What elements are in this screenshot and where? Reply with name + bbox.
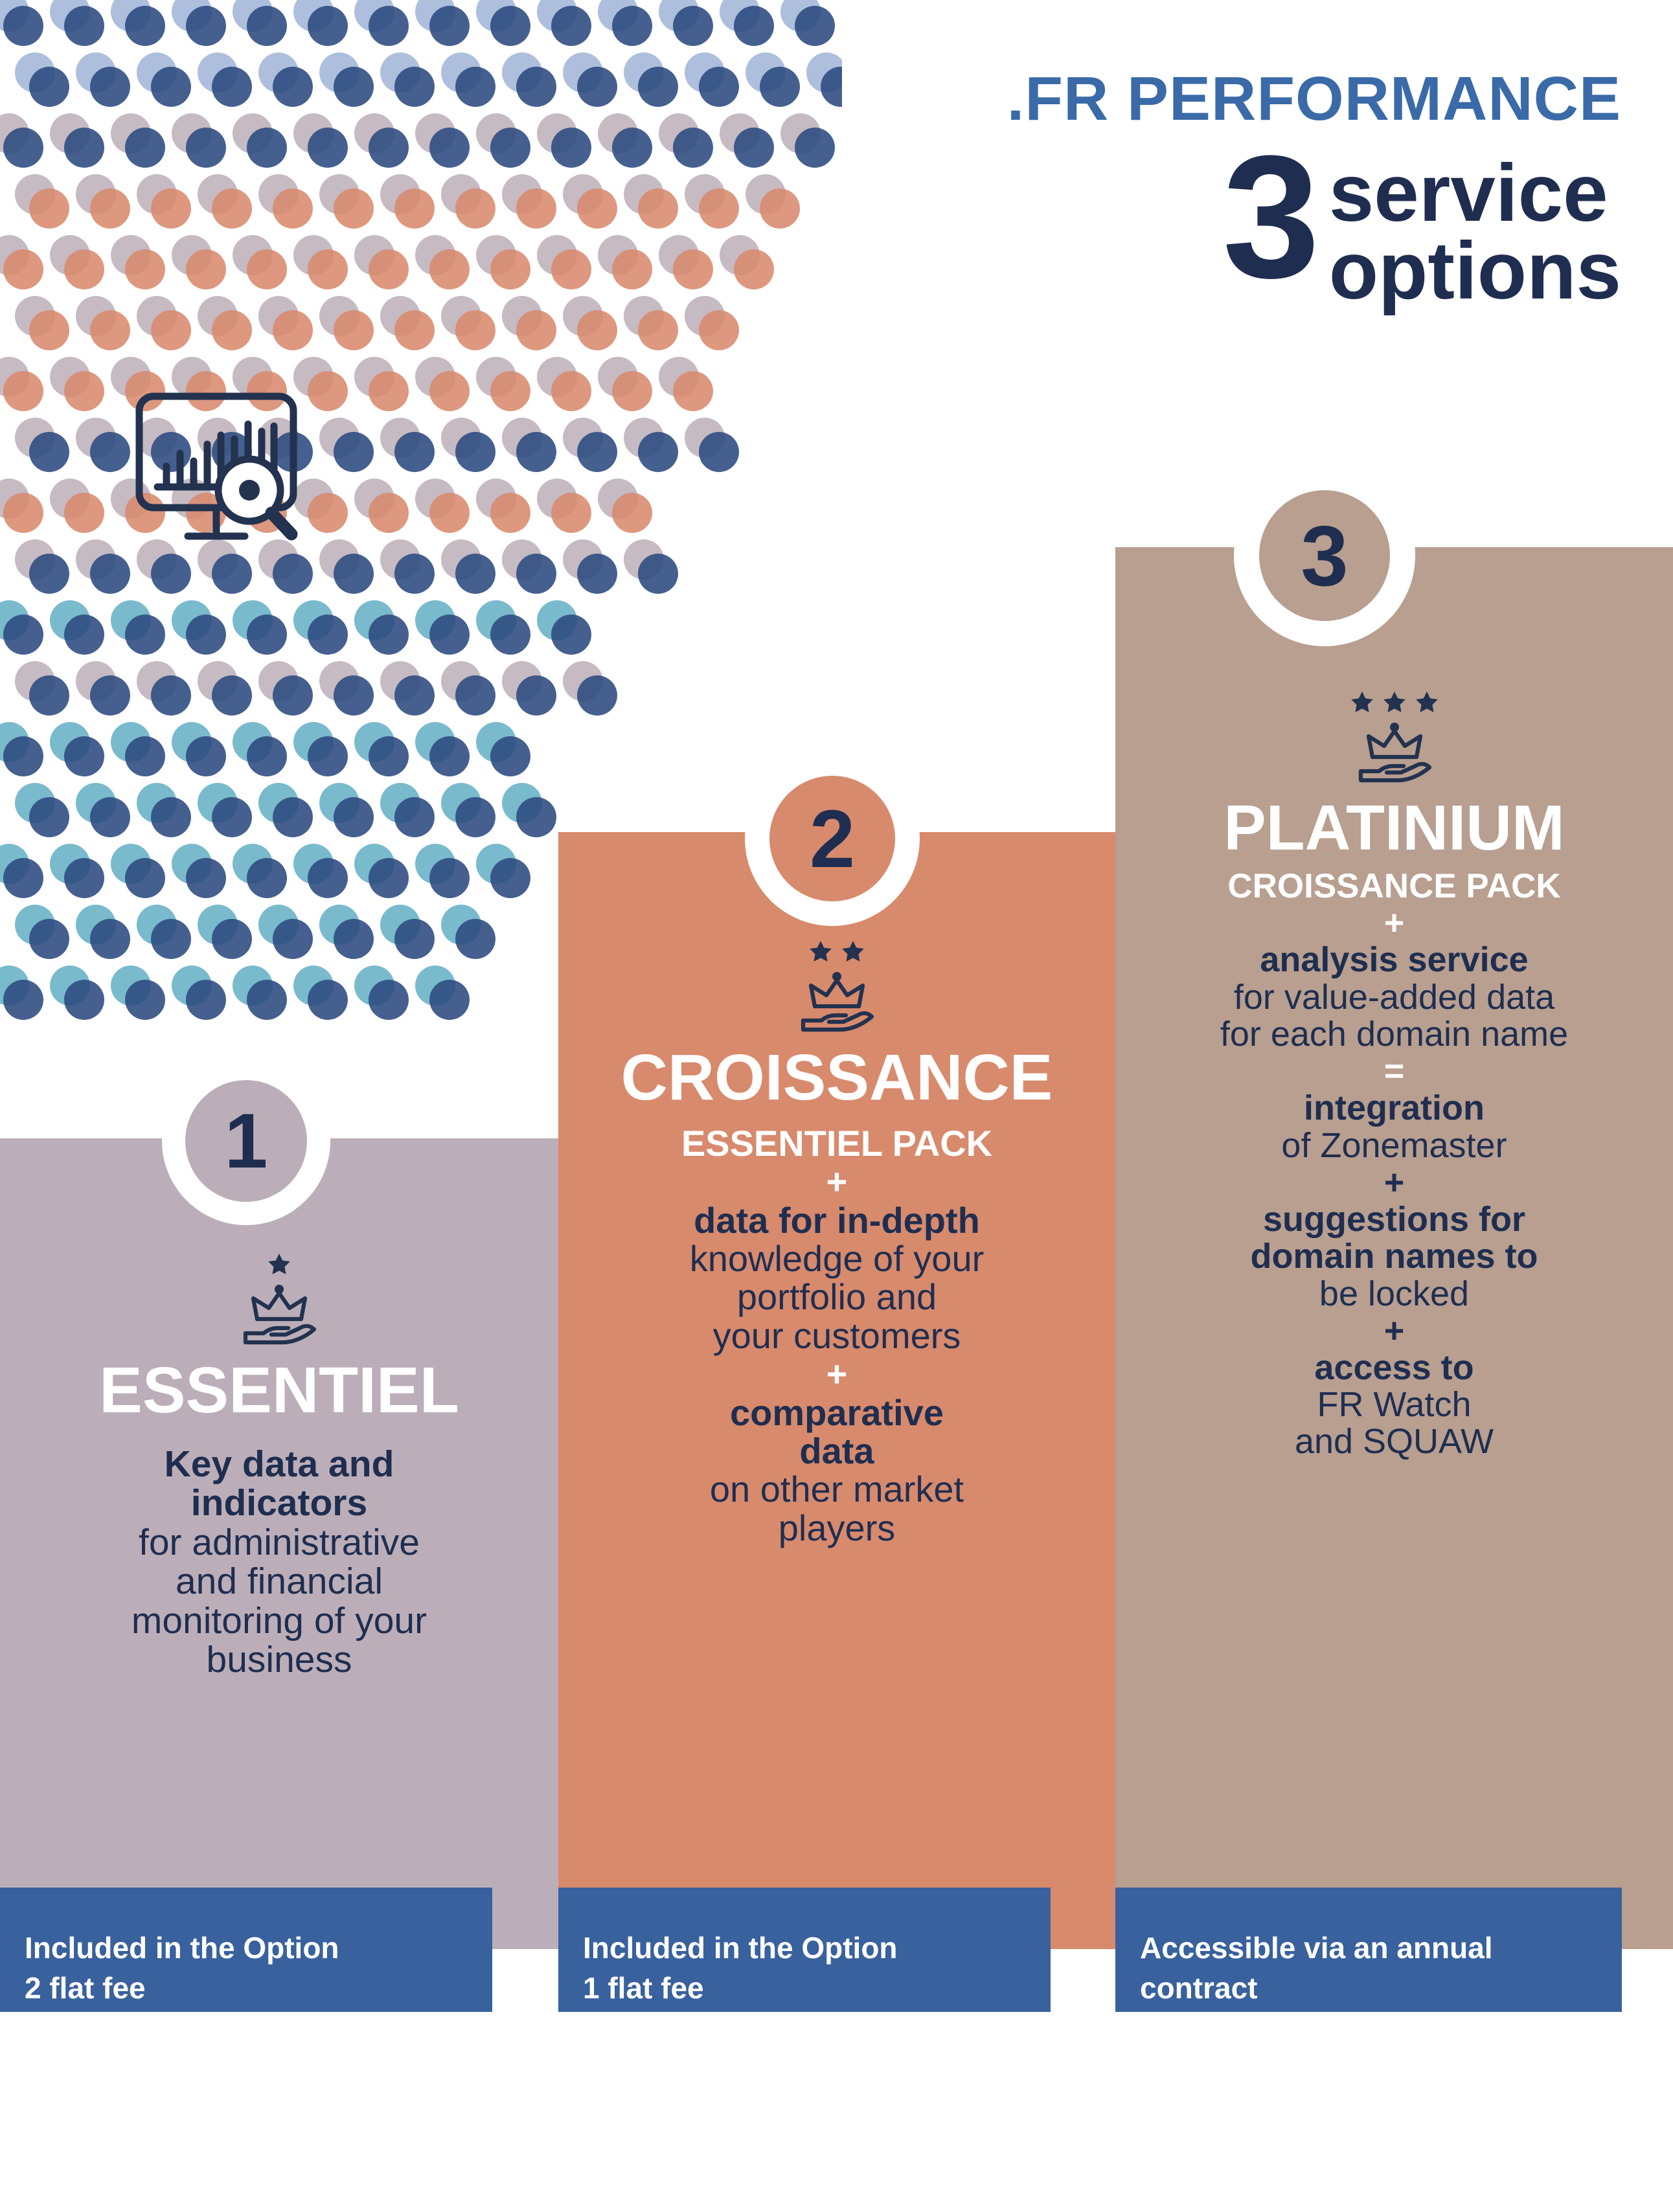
plan-body-3: CROISSANCE PACK + analysis service for v… xyxy=(1115,868,1673,1461)
plan-column-essentiel[interactable]: ESSENTIEL Key data and indicators for ad… xyxy=(0,1138,558,1949)
infographic-canvas: .FR PERFORMANCE 3 service options ESSENT… xyxy=(0,0,1673,2212)
plan-column-croissance[interactable]: CROISSANCE ESSENTIEL PACK + data for in-… xyxy=(558,832,1115,1949)
body-line: for administrative xyxy=(139,1521,420,1563)
footer-line: Included in the Option xyxy=(25,1931,339,1965)
body-line: monitoring of your xyxy=(131,1599,427,1642)
body-line: FR Watch xyxy=(1317,1385,1472,1425)
body-line: ESSENTIEL PACK xyxy=(681,1123,993,1164)
star-icon xyxy=(810,941,832,962)
chart-monitor-magnifier-icon xyxy=(135,392,298,541)
star-icon xyxy=(842,941,864,962)
footer-line: Included in the Option xyxy=(583,1931,898,1965)
body-line: knowledge of your xyxy=(689,1238,984,1280)
body-line: portfolio and xyxy=(736,1276,937,1318)
body-line: + xyxy=(826,1353,848,1395)
footer-line: 1 flat fee xyxy=(583,1971,704,2005)
header-block: .FR PERFORMANCE 3 service options xyxy=(701,64,1621,316)
page-title: 3 service options xyxy=(701,120,1621,316)
option-badge-1: 1 xyxy=(185,1080,307,1202)
footer-note-3: Accessible via an annual contract xyxy=(1115,1888,1622,2012)
plan-body-2: ESSENTIEL PACK + data for in-depth knowl… xyxy=(558,1124,1115,1547)
star-rating-2 xyxy=(808,939,866,965)
crown-icon xyxy=(1358,723,1431,783)
crown-icon xyxy=(801,972,874,1032)
body-line: integration xyxy=(1304,1089,1485,1128)
body-line: on other market xyxy=(709,1469,964,1510)
plan-name-2: CROISSANCE xyxy=(620,1041,1053,1114)
crown-in-hand-icon-1 xyxy=(0,1252,558,1346)
body-line: indicators xyxy=(190,1482,368,1524)
body-line: CROISSANCE PACK xyxy=(1227,867,1561,905)
body-line: business xyxy=(206,1639,352,1681)
body-line: data for in-depth xyxy=(694,1199,980,1241)
plan-name-1: ESSENTIEL xyxy=(99,1354,459,1427)
body-line: of Zonemaster xyxy=(1281,1125,1507,1165)
brand-title: .FR PERFORMANCE xyxy=(1007,64,1621,133)
body-line: = xyxy=(1383,1052,1405,1091)
plan-name-3: PLATINIUM xyxy=(1223,792,1565,863)
star-icon xyxy=(268,1254,290,1274)
body-line: and SQUAW xyxy=(1294,1422,1494,1462)
body-line: comparative xyxy=(730,1392,944,1433)
body-line: Key data and xyxy=(164,1443,394,1485)
plan-column-platinium[interactable]: PLATINIUM CROISSANCE PACK + analysis ser… xyxy=(1115,547,1673,1949)
title-word-2: options xyxy=(1328,226,1621,316)
body-line: for each domain name xyxy=(1220,1014,1569,1054)
option-badge-3: 3 xyxy=(1259,490,1390,621)
crown-in-hand-icon-2 xyxy=(558,939,1115,1033)
body-line: domain names to xyxy=(1250,1237,1538,1276)
plan-body-1: Key data and indicators for administrati… xyxy=(0,1443,558,1681)
body-line: access to xyxy=(1314,1348,1474,1387)
crown-icon xyxy=(243,1285,317,1345)
option-badge-2: 2 xyxy=(769,776,895,901)
title-word-1: service xyxy=(1328,148,1608,238)
footer-line: 2 flat fee xyxy=(25,1971,146,2005)
body-line: your customers xyxy=(712,1315,961,1356)
star-icon xyxy=(1350,692,1373,712)
footer-note-2: Included in the Option 1 flat fee xyxy=(558,1888,1051,2012)
body-line: + xyxy=(1383,903,1405,943)
option-count: 3 xyxy=(1222,120,1320,315)
body-line: suggestions for xyxy=(1262,1200,1526,1239)
crown-in-hand-icon-3 xyxy=(1115,690,1673,784)
body-line: + xyxy=(826,1161,848,1202)
body-line: data xyxy=(799,1430,874,1471)
footer-line: Accessible via an annual xyxy=(1140,1931,1493,1965)
footer-line: contract xyxy=(1140,1971,1258,2005)
star-icon xyxy=(1415,692,1438,712)
body-line: analysis service xyxy=(1260,940,1529,980)
star-icon xyxy=(1383,692,1406,712)
body-line: for value-added data xyxy=(1233,977,1555,1017)
body-line: players xyxy=(778,1507,896,1548)
body-line: + xyxy=(1383,1162,1405,1202)
body-line: + xyxy=(1383,1311,1405,1350)
title-words: service options xyxy=(1328,143,1621,316)
footer-note-1: Included in the Option 2 flat fee xyxy=(0,1888,492,2012)
body-line: be locked xyxy=(1319,1274,1470,1313)
body-line: and financial xyxy=(175,1561,383,1603)
star-rating-3 xyxy=(1349,690,1440,716)
star-rating-1 xyxy=(266,1252,292,1278)
